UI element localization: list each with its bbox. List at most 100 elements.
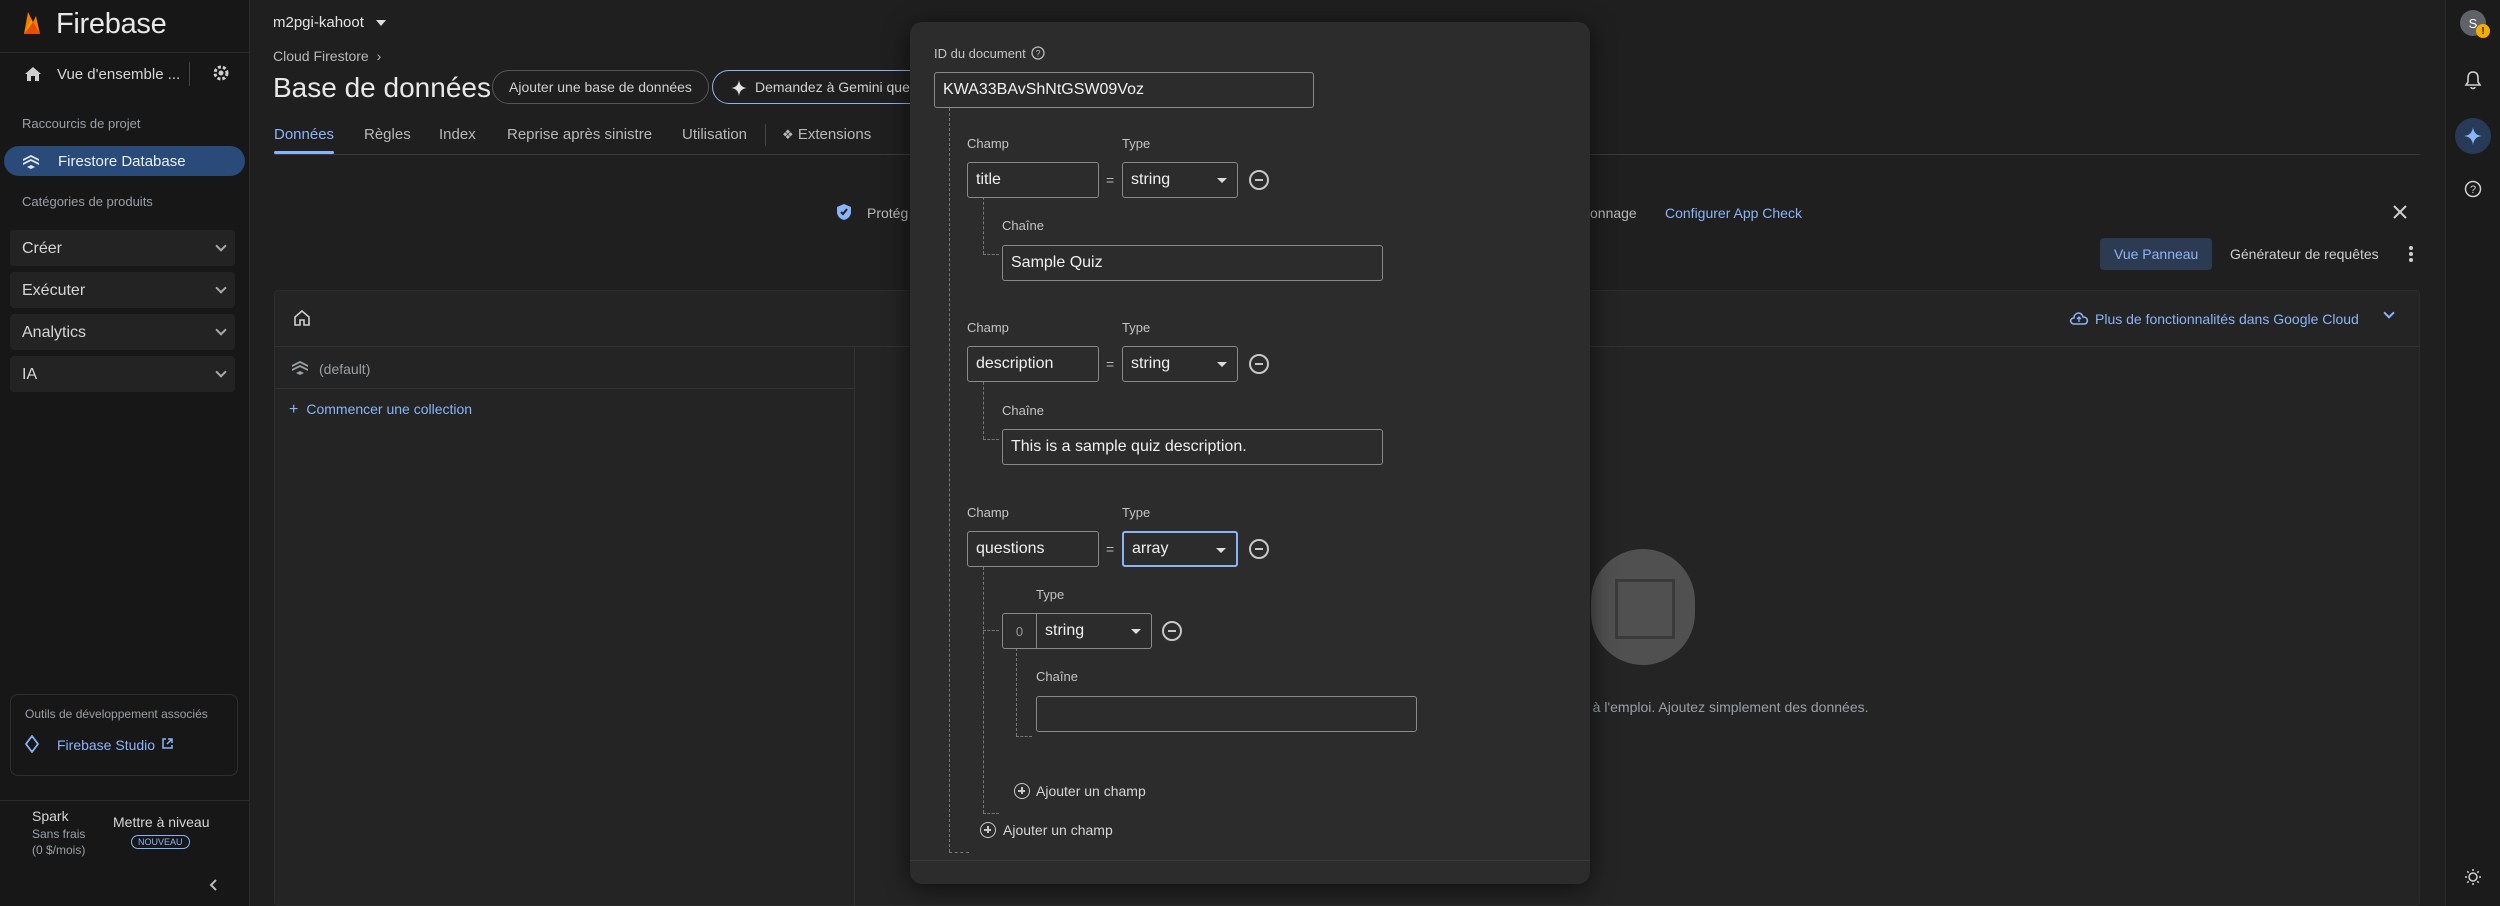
firebase-logo-icon[interactable] (22, 10, 42, 36)
tab-reprise[interactable]: Reprise après sinistre (507, 126, 652, 143)
add-field-plus-icon (980, 822, 996, 838)
category-ia[interactable]: IA (10, 356, 235, 392)
external-link-icon (161, 737, 174, 755)
google-cloud-link[interactable]: Plus de fonctionnalités dans Google Clou… (2095, 311, 2359, 327)
chevron-down-icon (215, 240, 227, 252)
category-executer[interactable]: Exécuter (10, 272, 235, 308)
remove-field-icon[interactable] (1249, 170, 1269, 190)
help-circle-icon[interactable]: ? (2464, 180, 2482, 203)
root-home-icon[interactable] (293, 309, 311, 332)
more-options-icon[interactable] (2408, 245, 2414, 268)
array-index: 0 (1003, 614, 1037, 648)
start-collection-button[interactable]: + Commencer une collection (289, 401, 472, 419)
breadcrumb[interactable]: Cloud Firestore › (273, 48, 381, 64)
field-type-value: string (1131, 355, 1171, 372)
tab-index[interactable]: Index (439, 126, 476, 143)
project-overview-link[interactable]: Vue d'ensemble ... (57, 66, 180, 83)
field-value-input[interactable]: Sample Quiz (1002, 245, 1383, 281)
category-label: Exécuter (22, 282, 86, 299)
gemini-sparkle-icon (2464, 127, 2482, 150)
dropdown-caret-icon (1217, 362, 1227, 367)
settings-gear-icon[interactable] (212, 64, 230, 87)
svg-text:?: ? (2470, 184, 2476, 196)
panel-view-button[interactable]: Vue Panneau (2100, 238, 2213, 270)
value-label: Chaîne (1002, 218, 1044, 233)
array-item-value-input[interactable] (1036, 696, 1417, 732)
plan-price-detail: (0 $/mois) (32, 843, 86, 857)
home-icon[interactable] (24, 66, 42, 87)
upgrade-button[interactable]: Mettre à niveau (113, 814, 210, 830)
sidebar-item-label: Firestore Database (58, 153, 186, 170)
firebase-studio-icon (24, 734, 40, 758)
field-type-value: string (1131, 171, 1171, 188)
firebase-studio-link[interactable]: Firebase Studio (57, 737, 155, 753)
field-type-select[interactable]: string (1122, 162, 1238, 198)
firebase-logo-text[interactable]: Firebase (56, 8, 167, 41)
extensions-icon: ❖ (782, 127, 794, 142)
category-analytics[interactable]: Analytics (10, 314, 235, 350)
dev-tools-label: Outils de développement associés (25, 707, 208, 721)
add-field-button[interactable]: Ajouter un champ (1003, 822, 1113, 838)
field-name-input[interactable]: title (967, 162, 1099, 198)
tab-donnees[interactable]: Données (274, 126, 334, 143)
app-check-shield-icon (836, 203, 852, 226)
add-database-button[interactable]: Ajouter une base de données (492, 70, 709, 104)
field-name-input[interactable]: questions (967, 531, 1099, 567)
tab-extensions[interactable]: ❖ Extensions (782, 126, 871, 143)
new-badge: NOUVEAU (131, 835, 190, 849)
dropdown-caret-icon (1217, 178, 1227, 183)
field-type-value: array (1132, 540, 1169, 557)
equals-sign: = (1106, 172, 1115, 188)
value-label: Chaîne (1002, 403, 1044, 418)
plan-price: Sans frais (32, 827, 86, 841)
gemini-sparkle-button[interactable] (2455, 118, 2491, 154)
warning-badge-icon: ! (2476, 24, 2490, 38)
close-banner-icon[interactable] (2392, 204, 2408, 225)
array-item-type[interactable]: 0 string (1002, 613, 1152, 649)
field-label: Champ (967, 136, 1009, 151)
category-label: Analytics (22, 324, 87, 341)
categories-label: Catégories de produits (22, 194, 153, 209)
database-icon (291, 359, 309, 380)
notifications-bell-icon[interactable] (2464, 70, 2482, 95)
database-root-label[interactable]: (default) (319, 361, 370, 377)
add-array-item-button[interactable]: Ajouter un champ (1036, 783, 1146, 799)
theme-toggle-icon[interactable] (2464, 868, 2482, 891)
breadcrumb-chevron-icon: › (376, 48, 382, 64)
tab-extensions-label: Extensions (797, 126, 872, 143)
category-label: IA (22, 366, 38, 383)
configure-app-check-link[interactable]: Configurer App Check (1665, 205, 1802, 221)
query-builder-button[interactable]: Générateur de requêtes (2230, 246, 2379, 262)
remove-field-icon[interactable] (1249, 354, 1269, 374)
array-item-type-value: string (1045, 622, 1085, 639)
category-label: Créer (22, 240, 63, 257)
category-creer[interactable]: Créer (10, 230, 235, 266)
field-value-input[interactable]: This is a sample quiz description. (1002, 429, 1383, 465)
add-document-dialog: ID du document ? KWA33BAvShNtGSW09Voz Ch… (910, 22, 1590, 884)
field-label: Champ (967, 320, 1009, 335)
remove-array-item-icon[interactable] (1162, 621, 1182, 641)
field-name-input[interactable]: description (967, 346, 1099, 382)
remove-field-icon[interactable] (1249, 539, 1269, 559)
document-id-input[interactable]: KWA33BAvShNtGSW09Voz (934, 72, 1314, 108)
breadcrumb-item[interactable]: Cloud Firestore (273, 48, 369, 64)
empty-state-illustration (1591, 549, 1695, 665)
tab-regles[interactable]: Règles (364, 126, 411, 143)
collapse-sidebar-icon[interactable] (209, 878, 219, 896)
sidebar-item-firestore[interactable]: Firestore Database (4, 146, 245, 176)
svg-text:?: ? (1035, 49, 1040, 59)
banner-text-right: onnage (1590, 205, 1637, 221)
tab-utilisation[interactable]: Utilisation (682, 126, 747, 143)
field-type-select[interactable]: string (1122, 346, 1238, 382)
type-label: Type (1036, 587, 1065, 602)
start-collection-label: Commencer une collection (306, 401, 473, 417)
project-selector[interactable]: m2pgi-kahoot (273, 14, 387, 32)
gemini-sparkle-icon (731, 80, 747, 99)
right-rail: S ! ? (2445, 0, 2500, 906)
type-label: Type (1122, 505, 1151, 520)
chevron-down-icon[interactable] (2383, 307, 2395, 319)
gemini-button-label: Demandez à Gemini que (755, 79, 910, 95)
help-icon[interactable]: ? (1031, 46, 1045, 65)
plus-icon: + (289, 401, 299, 418)
field-type-select[interactable]: array (1122, 531, 1238, 567)
